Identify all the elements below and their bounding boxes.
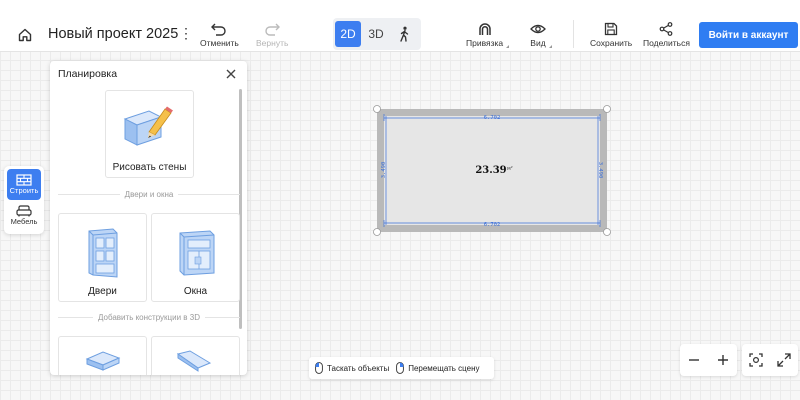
corner-handle[interactable] [373,228,381,236]
hint-drag-objects: Таскать объекты [315,362,389,374]
snap-label: Привязка [466,38,504,48]
zoom-out-button[interactable] [684,350,704,370]
rail-item-build[interactable]: Строить [7,169,41,200]
dimension-bottom: 6.702 [484,222,501,228]
snap-button[interactable]: Привязка [466,22,510,48]
undo-button[interactable]: Отменить [200,22,239,48]
project-title[interactable]: Новый проект 2025 [48,26,178,42]
top-toolbar: Новый проект 2025 ⋮ Отменить Вернуть 2D … [0,0,800,52]
corner-handle[interactable] [603,105,611,113]
corner-handle[interactable] [603,228,611,236]
login-button[interactable]: Войти в аккаунт [699,22,798,48]
windows-card[interactable]: Окна [151,213,240,302]
section-doors-windows: Двери и окна [58,190,240,199]
panel-title: Планировка [58,68,118,80]
fullscreen-button[interactable] [774,350,794,370]
dimension-right: 3.490 [597,162,603,179]
dimension-top: 6.702 [484,115,501,121]
draw-walls-card[interactable]: Рисовать стены [105,90,194,178]
corner-handle[interactable] [373,105,381,113]
redo-button[interactable]: Вернуть [256,22,288,48]
view-2d-button[interactable]: 2D [335,21,361,47]
hint-drag-objects-label: Таскать объекты [327,363,390,373]
undo-icon [211,23,227,36]
draw-walls-label: Рисовать стены [112,162,187,173]
windows-label: Окна [183,286,208,297]
plus-icon [717,355,728,365]
close-icon[interactable] [225,68,237,80]
mouse-hints-bar: Таскать объекты Перемещать сцену [309,357,494,379]
hint-move-scene: Перемещать сцену [396,362,480,374]
sofa-icon [16,205,32,217]
window-icon [179,230,215,276]
view-3d-button[interactable]: 3D [363,21,389,47]
share-button[interactable]: Поделиться [643,22,690,48]
room-drawing[interactable]: 6.702 6.702 3.490 3.490 23.39 м² [373,105,611,236]
mouse-right-click-icon [396,362,405,374]
room-area-value: 23.39 [475,165,506,176]
doors-card[interactable]: Двери [58,213,147,302]
room-area-unit: м² [507,166,513,172]
expand-icon [777,353,791,367]
toolbar-divider [573,20,574,48]
dimension-left: 3.490 [381,162,387,179]
redo-label: Вернуть [256,38,289,48]
view-mode-switch: 2D 3D [333,18,421,50]
walking-person-icon [400,26,409,42]
zoom-in-button[interactable] [713,350,733,370]
mouse-left-click-icon [315,362,323,374]
doors-label: Двери [88,286,117,297]
share-label: Поделиться [643,38,690,48]
rail-build-label: Строить [9,186,39,195]
section-3d-structures: Добавить конструкции в 3D [58,313,240,322]
rail-furniture-label: Мебель [10,217,38,226]
brick-wall-icon [16,174,32,186]
redo-icon [265,23,281,36]
room-plan: 6.702 6.702 3.490 3.490 23.39 м² [373,105,611,236]
project-menu-button[interactable]: ⋮ [179,26,193,40]
minus-icon [689,359,700,361]
ramp-icon [176,350,212,372]
structure-card-2[interactable] [151,336,240,375]
left-tool-rail: Строить Мебель [4,166,44,234]
hint-move-scene-label: Перемещать сцену [408,363,480,373]
home-button[interactable] [14,24,36,46]
layout-panel: Планировка Рисовать стены Двери и окна Д… [50,61,247,375]
rail-item-furniture[interactable]: Мебель [7,200,41,231]
home-icon [18,28,32,42]
slab-icon [85,351,121,371]
focus-frame-icon [749,353,763,367]
walk-mode-button[interactable] [391,21,417,47]
share-icon [660,22,673,36]
save-button[interactable]: Сохранить [590,22,632,48]
view-options-button[interactable]: Вид [530,22,552,48]
magnet-icon [478,23,491,35]
eye-icon [530,24,546,34]
undo-label: Отменить [200,38,239,48]
floppy-disk-icon [604,22,618,36]
door-icon [88,228,118,278]
view-controls [742,344,798,376]
structure-card-1[interactable] [58,336,147,375]
save-label: Сохранить [590,38,633,48]
view-label: Вид [530,38,546,48]
zoom-controls [680,344,737,376]
draw-walls-icon [123,106,173,146]
fit-to-screen-button[interactable] [746,350,766,370]
